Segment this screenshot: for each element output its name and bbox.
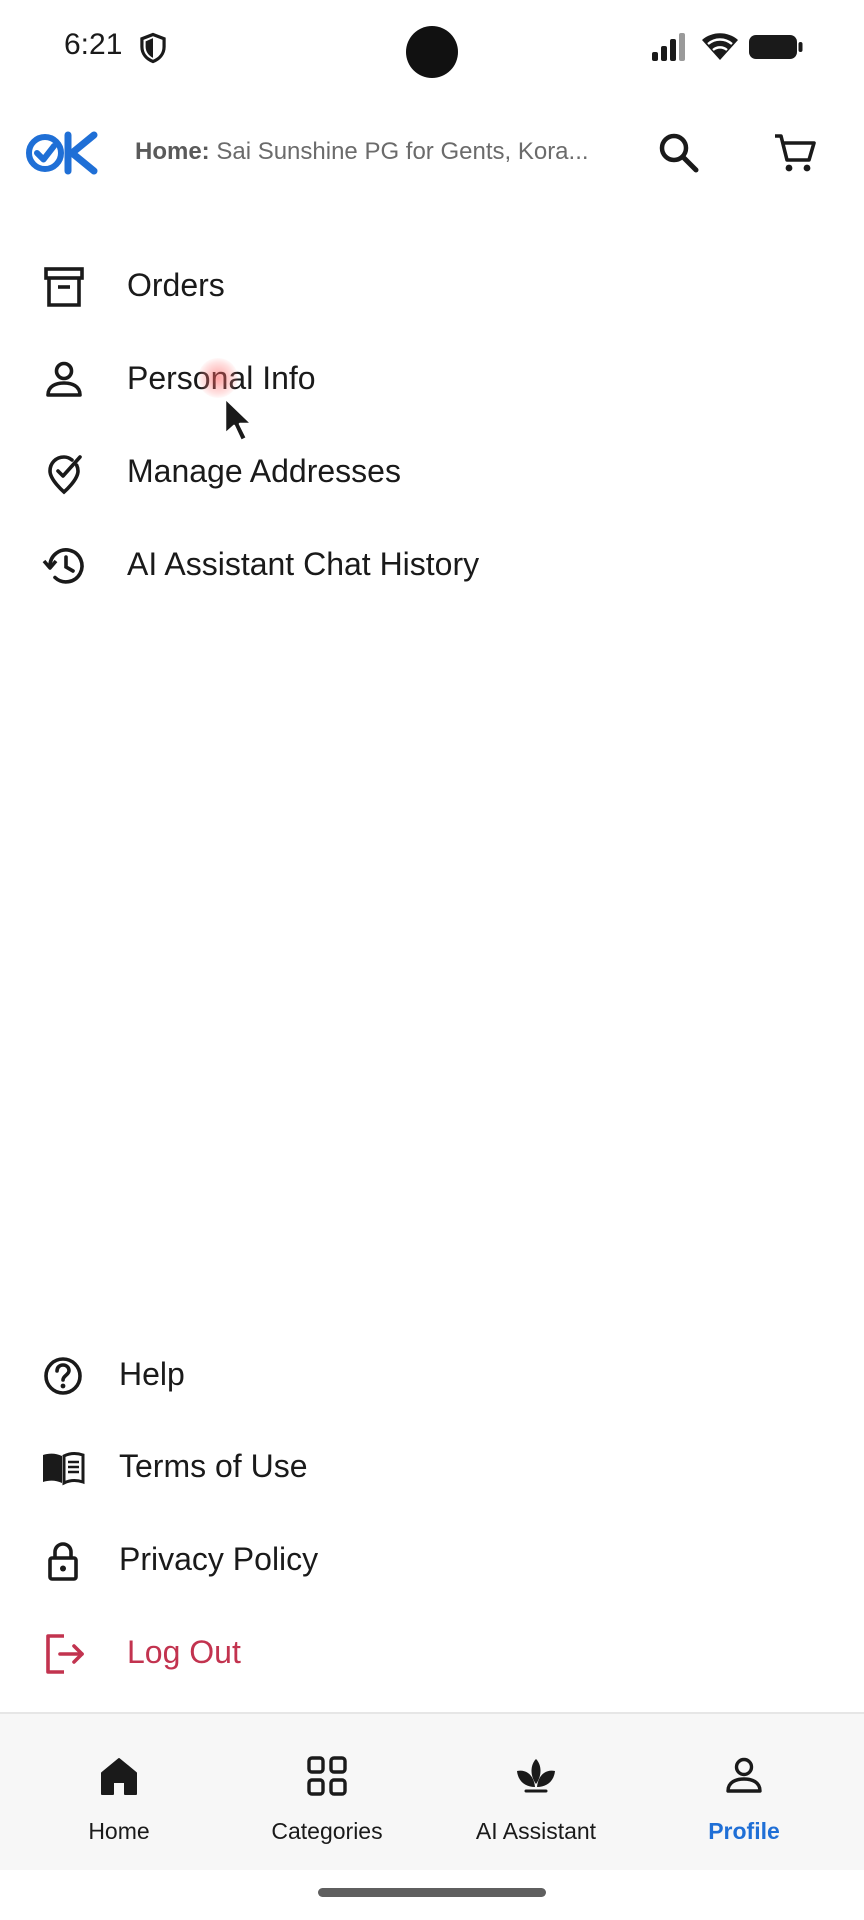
menu-label-terms-of-use: Terms of Use: [119, 1448, 308, 1484]
search-icon[interactable]: [656, 130, 702, 176]
menu-item-log-out[interactable]: Log Out: [0, 1614, 864, 1694]
signal-icon: [652, 33, 685, 61]
app-header: Home: Sai Sunshine PG for Gents, Kora...: [0, 120, 864, 186]
nav-profile[interactable]: Profile: [644, 1714, 844, 1870]
nav-home[interactable]: Home: [19, 1714, 219, 1870]
grid-icon: [307, 1756, 347, 1796]
logout-icon: [46, 1634, 84, 1674]
menu-item-terms-of-use[interactable]: Terms of Use: [0, 1428, 864, 1508]
menu-item-help[interactable]: Help: [0, 1336, 864, 1416]
status-time: 6:21: [64, 28, 123, 61]
shield-icon: [140, 32, 166, 64]
menu-item-manage-addresses[interactable]: Manage Addresses: [0, 433, 864, 513]
lock-icon: [48, 1542, 78, 1581]
menu-label-log-out: Log Out: [127, 1634, 241, 1670]
menu-item-ai-chat-history[interactable]: AI Assistant Chat History: [0, 526, 864, 606]
menu-label-orders: Orders: [127, 267, 225, 303]
home-icon: [101, 1758, 137, 1795]
menu-label-ai-chat-history: AI Assistant Chat History: [127, 546, 480, 582]
ok-logo-icon[interactable]: [26, 130, 100, 176]
address-value: Sai Sunshine PG for Gents, Kora...: [216, 138, 589, 165]
menu-item-orders[interactable]: Orders: [0, 247, 864, 327]
delivery-address[interactable]: Home: Sai Sunshine PG for Gents, Kora...: [135, 138, 590, 166]
tap-indicator: [198, 358, 238, 398]
nav-label-categories: Categories: [271, 1818, 383, 1844]
cart-icon[interactable]: [772, 130, 818, 176]
nav-label-home: Home: [88, 1818, 150, 1844]
address-label: Home:: [135, 138, 210, 165]
leaf-icon: [517, 1759, 555, 1793]
nav-label-ai-assistant: AI Assistant: [475, 1818, 597, 1844]
menu-label-manage-addresses: Manage Addresses: [127, 453, 401, 489]
book-icon: [43, 1452, 85, 1486]
archive-icon: [44, 267, 84, 307]
nav-ai-assistant[interactable]: AI Assistant: [436, 1714, 636, 1870]
bottom-navigation: Home Categories AI Assistant Profile: [0, 1712, 864, 1870]
wifi-icon: [702, 33, 738, 60]
menu-label-privacy-policy: Privacy Policy: [119, 1541, 319, 1577]
history-icon: [42, 548, 84, 584]
nav-categories[interactable]: Categories: [227, 1714, 427, 1870]
status-bar: 6:21: [0, 0, 864, 96]
menu-item-personal-info[interactable]: Personal Info: [0, 340, 864, 420]
menu-label-help: Help: [119, 1356, 185, 1392]
person-icon: [46, 361, 82, 397]
mouse-cursor-icon: [223, 396, 254, 443]
home-indicator[interactable]: [318, 1888, 546, 1897]
location-check-icon: [48, 455, 82, 495]
nav-label-profile: Profile: [708, 1818, 780, 1844]
battery-icon: [749, 35, 803, 59]
menu-item-privacy-policy[interactable]: Privacy Policy: [0, 1521, 864, 1601]
help-circle-icon: [44, 1357, 82, 1395]
camera-cutout: [406, 26, 458, 78]
profile-icon: [726, 1757, 762, 1793]
